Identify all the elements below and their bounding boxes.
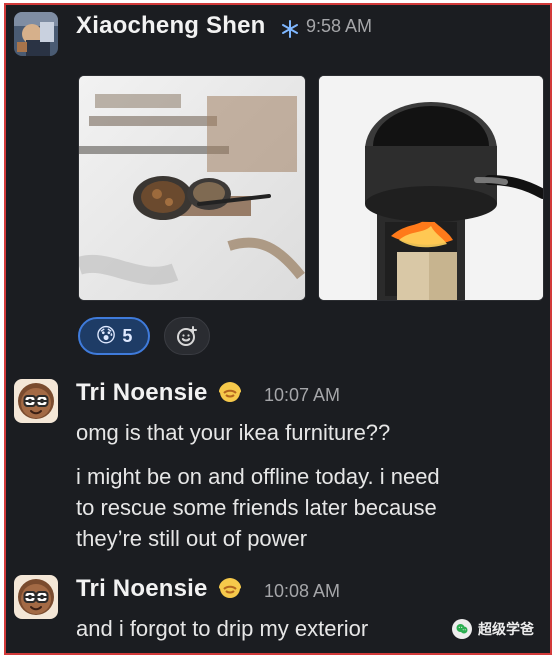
add-reaction-button[interactable]	[164, 317, 210, 355]
message-line-1: and i forgot to drip my exterior	[76, 616, 369, 641]
avatar[interactable]	[14, 12, 58, 56]
author-name[interactable]: Xiaocheng Shen	[76, 12, 266, 40]
fire-and-pans-photo	[79, 76, 305, 300]
snowflake-icon	[281, 20, 299, 41]
wechat-icon	[452, 619, 472, 639]
screenshot-frame: Xiaocheng Shen 9:58 AM 😰 5 Tri Noensie 1…	[4, 3, 552, 655]
chat-messages: Xiaocheng Shen 9:58 AM 😰 5 Tri Noensie 1…	[6, 5, 550, 653]
avatar-photo-icon	[14, 12, 58, 56]
message-line-4: they’re still out of power	[76, 526, 308, 551]
anxious-face-icon: 😰	[95, 325, 117, 347]
avatar-memoji-icon	[14, 379, 58, 423]
message-1: Xiaocheng Shen 9:58 AM 😰 5	[6, 5, 550, 365]
timestamp[interactable]: 10:08 AM	[264, 581, 340, 602]
photo-attachment-2[interactable]	[318, 75, 544, 301]
add-reaction-icon	[177, 326, 197, 346]
message-2: Tri Noensie 10:07 AM omg is that your ik…	[6, 365, 550, 561]
timestamp[interactable]: 10:07 AM	[264, 385, 340, 406]
watermark-text: 超级学爸	[478, 621, 534, 637]
face-emoji-icon	[218, 577, 242, 602]
author-name[interactable]: Tri Noensie	[76, 379, 208, 407]
avatar[interactable]	[14, 575, 58, 619]
reaction-button[interactable]: 😰 5	[78, 317, 150, 355]
face-emoji-icon	[218, 381, 242, 406]
watermark: 超级学爸	[452, 619, 534, 639]
message-line-2: i might be on and offline today. i need	[76, 464, 440, 489]
message-line-3: to rescue some friends later because	[76, 495, 437, 520]
photo-attachment-1[interactable]	[78, 75, 306, 301]
reaction-count: 5	[122, 325, 133, 346]
pot-on-fire-photo	[319, 76, 543, 300]
author-name[interactable]: Tri Noensie	[76, 575, 208, 603]
avatar[interactable]	[14, 379, 58, 423]
timestamp[interactable]: 9:58 AM	[306, 16, 372, 37]
avatar-memoji-icon	[14, 575, 58, 619]
message-line-1: omg is that your ikea furniture??	[76, 420, 391, 445]
message-3: Tri Noensie 10:08 AM and i forgot to dri…	[6, 561, 550, 653]
